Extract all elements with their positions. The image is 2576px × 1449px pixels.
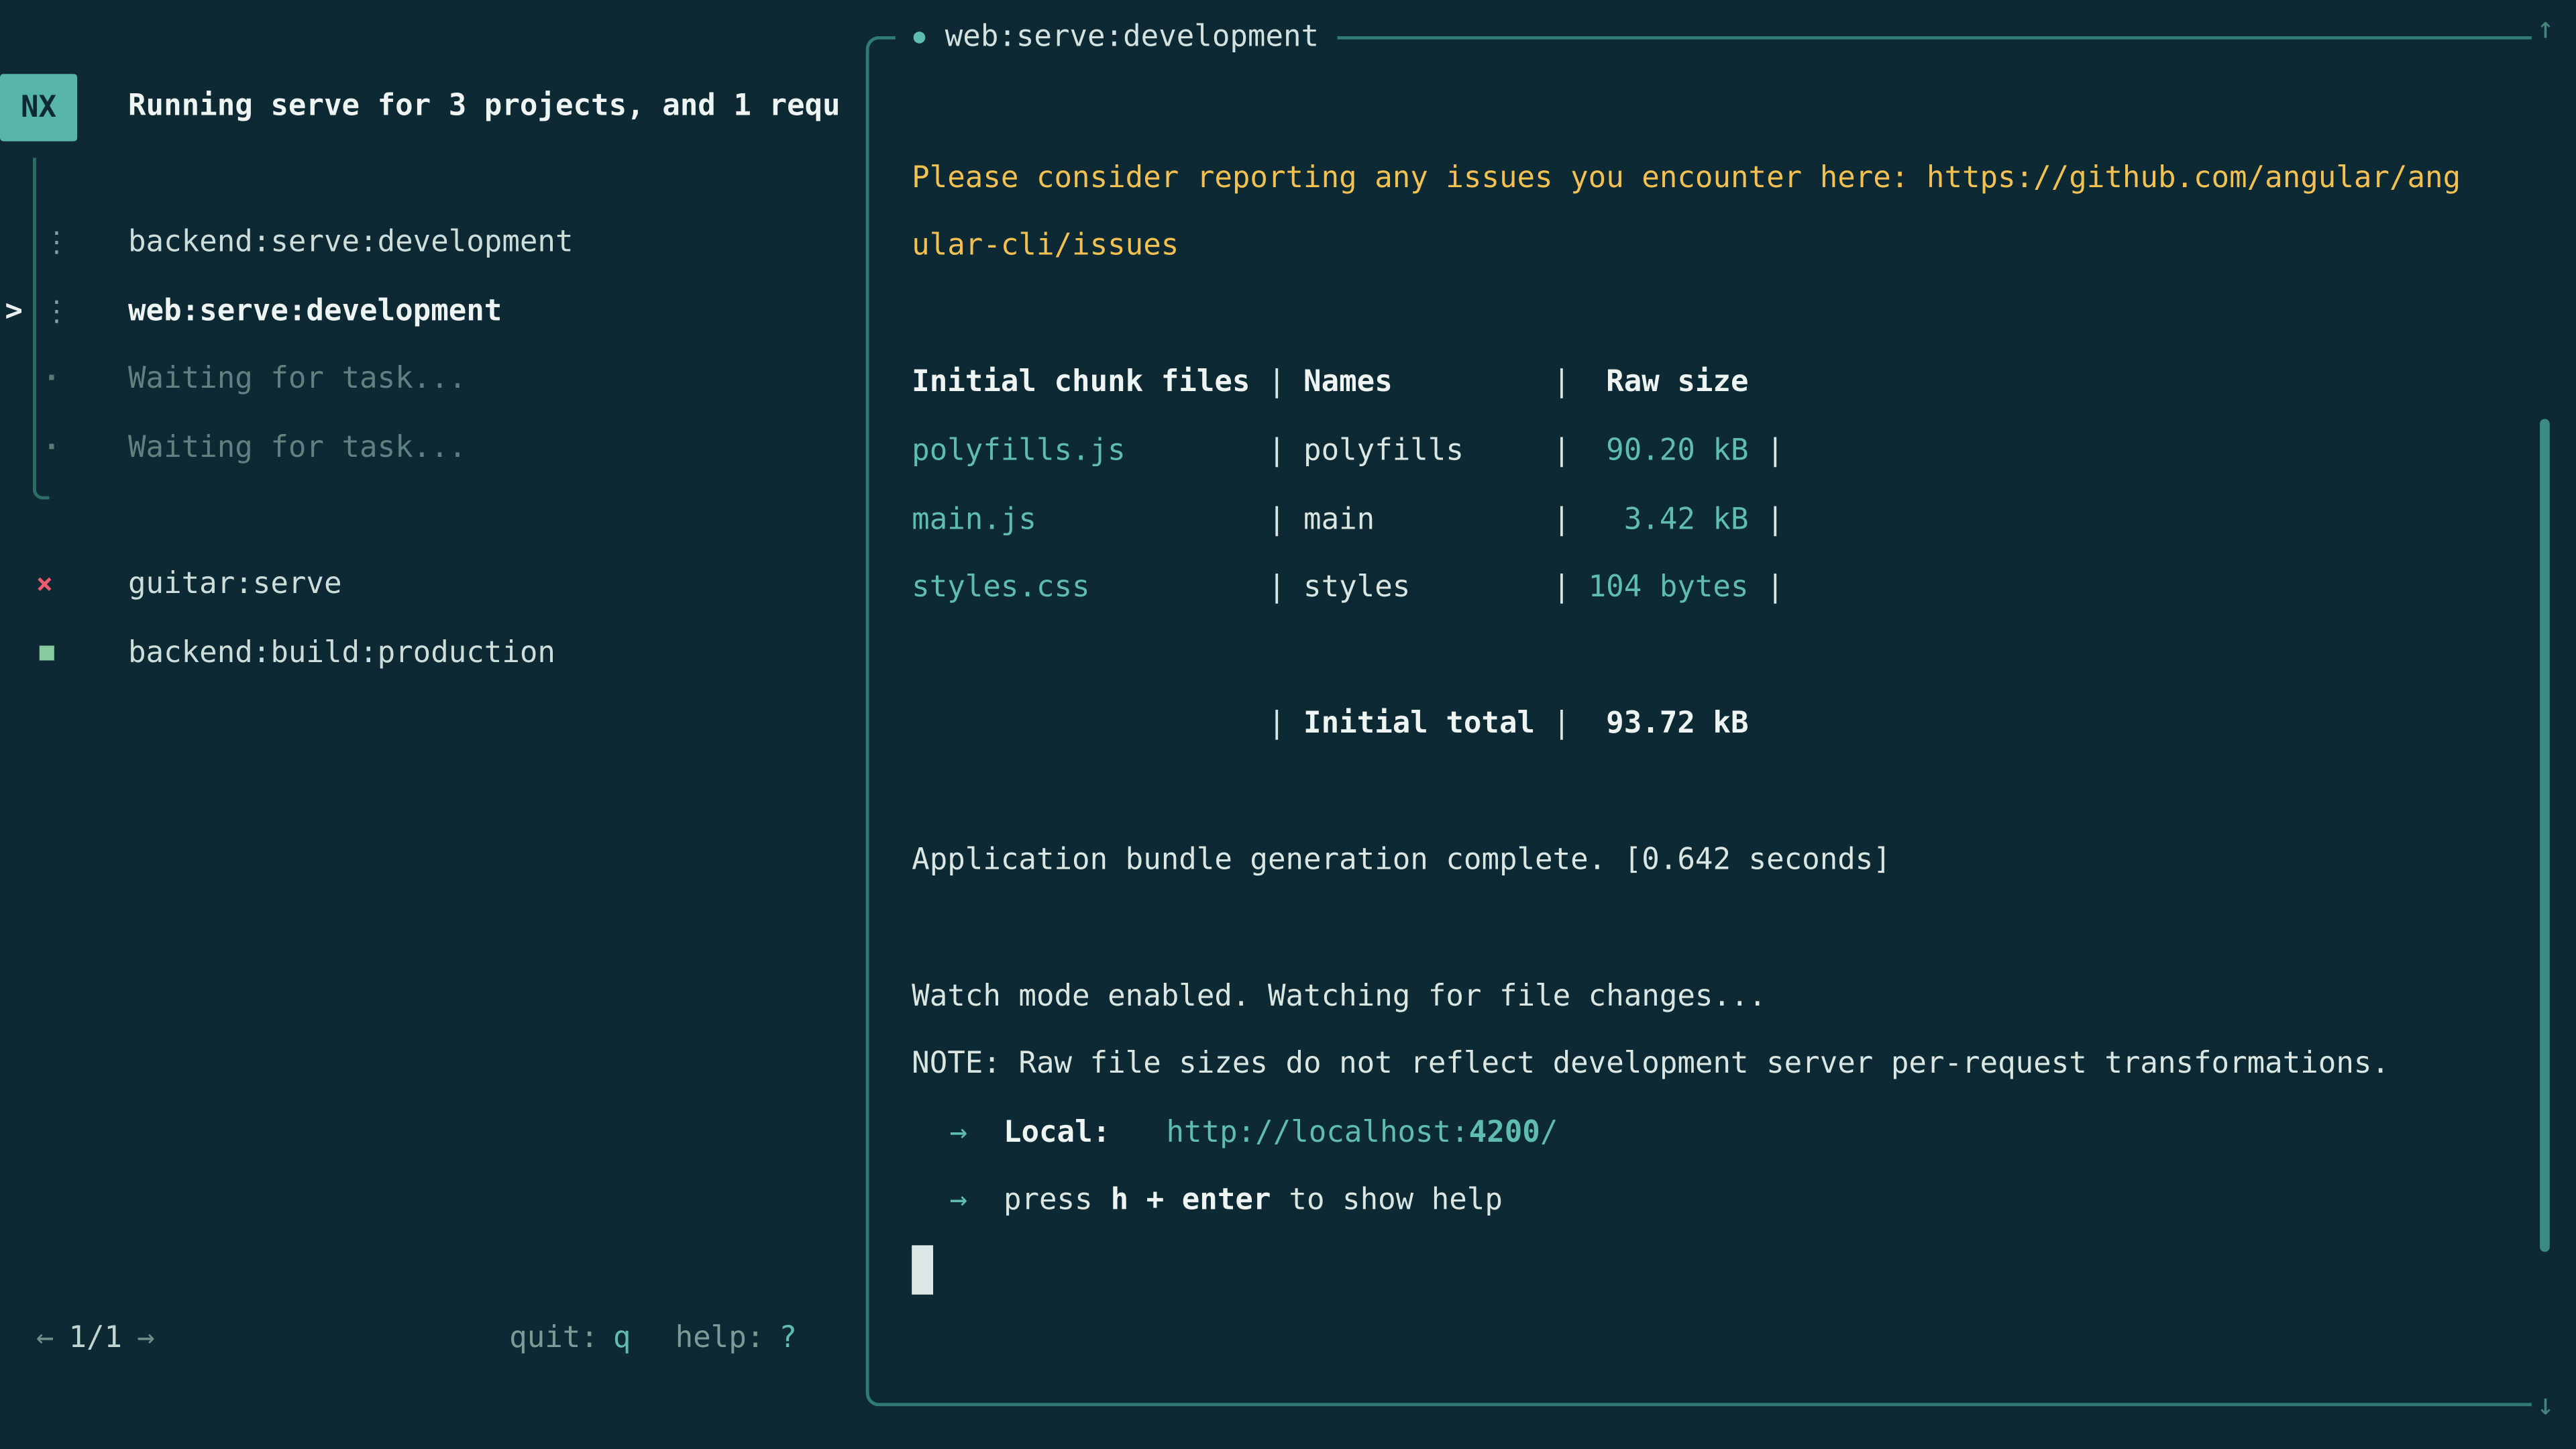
table-separator: | <box>1553 502 1571 537</box>
quit-hint-label: quit: <box>509 1321 598 1355</box>
total-label: Initial total <box>1286 703 1553 746</box>
issue-notice-line-1: Please consider reporting any issues you… <box>912 158 2461 201</box>
arrow-icon: → <box>950 1183 968 1217</box>
task-item-web-serve[interactable]: web:serve:development <box>128 290 502 333</box>
sidebar-header: Running serve for 3 projects, and 1 requ <box>128 85 841 128</box>
waiting-dot-icon: · <box>43 358 61 401</box>
table-separator: | <box>1268 434 1286 468</box>
table-separator: | <box>1268 365 1286 399</box>
page-prev-button[interactable]: ← <box>36 1321 54 1355</box>
url-port: 4200 <box>1469 1116 1540 1150</box>
spinner-icon: ⋮ <box>43 290 71 333</box>
spinner-icon: ⋮ <box>43 222 71 265</box>
header-files: Initial chunk files <box>912 362 1268 405</box>
help-keys: h + enter <box>1111 1183 1271 1217</box>
chunk-table-row: main.js|main|3.42 kB | <box>912 499 1784 542</box>
issue-notice-line-2: ular-cli/issues <box>912 225 1179 268</box>
chunk-name: polyfills <box>1286 431 1553 474</box>
table-separator: | <box>1268 502 1286 537</box>
help-suffix: to show help <box>1289 1183 1502 1217</box>
chunk-table-header: Initial chunk files|Names|Raw size <box>912 362 1748 405</box>
bundle-complete-line: Application bundle generation complete. … <box>912 839 1891 882</box>
total-size: 93.72 kB <box>1570 703 1748 746</box>
task-item-guitar-serve[interactable]: guitar:serve <box>128 564 341 606</box>
selection-caret-icon: > <box>5 290 23 333</box>
task-item-backend-build[interactable]: backend:build:production <box>128 633 555 676</box>
task-item-waiting-2[interactable]: Waiting for task... <box>128 427 466 470</box>
chunk-file: main.js <box>912 499 1268 542</box>
running-status-icon: ● <box>914 25 926 48</box>
watch-mode-line: Watch mode enabled. Watching for file ch… <box>912 976 1766 1019</box>
table-separator: | <box>1553 706 1571 741</box>
scrollbar-thumb[interactable] <box>2540 419 2550 1252</box>
chunk-table-row: polyfills.js|polyfills|90.20 kB | <box>912 431 1784 474</box>
chunk-size: 104 bytes <box>1570 567 1748 610</box>
note-line: NOTE: Raw file sizes do not reflect deve… <box>912 1043 2390 1086</box>
success-icon <box>40 645 54 660</box>
local-url-link[interactable]: http://localhost:4200/ <box>1166 1116 1558 1150</box>
chunk-file: polyfills.js <box>912 431 1268 474</box>
chunk-file: styles.css <box>912 567 1268 610</box>
scroll-up-arrow-icon[interactable]: ↑ <box>2536 8 2555 51</box>
panel-title: ● web:serve:development <box>896 15 1337 59</box>
table-separator: | <box>1749 434 1784 468</box>
task-item-backend-serve[interactable]: backend:serve:development <box>128 222 574 265</box>
page-indicator: 1/1 <box>68 1321 122 1355</box>
chunk-table-total-row: |Initial total|93.72 kB <box>912 703 1748 746</box>
table-separator: | <box>1268 706 1286 741</box>
help-key: ? <box>779 1321 797 1355</box>
header-names: Names <box>1286 362 1553 405</box>
arrow-icon: → <box>950 1116 968 1150</box>
task-item-waiting-1[interactable]: Waiting for task... <box>128 358 466 401</box>
pagination: ← 1/1 → <box>36 1318 155 1360</box>
scroll-down-arrow-icon[interactable]: ↓ <box>2536 1385 2555 1428</box>
nx-tui-terminal: NX Running serve for 3 projects, and 1 r… <box>0 0 2576 1449</box>
waiting-dot-icon: · <box>43 427 61 470</box>
help-hint-line: → press h + enter to show help <box>950 1179 1503 1222</box>
table-separator: | <box>1268 570 1286 604</box>
task-output-panel: ●web:serve:development Please consider r… <box>866 36 2532 1406</box>
chunk-table-row: styles.css|styles|104 bytes | <box>912 567 1784 610</box>
keyboard-hints: quit: q help:? <box>509 1318 797 1360</box>
header-size: Raw size <box>1570 362 1748 405</box>
chunk-name: main <box>1286 499 1553 542</box>
table-separator: | <box>1553 570 1571 604</box>
table-separator: | <box>1553 434 1571 468</box>
nx-logo: NX <box>0 74 77 141</box>
table-separator: | <box>1749 570 1784 604</box>
terminal-cursor <box>912 1245 933 1294</box>
chunk-size: 90.20 kB <box>1570 431 1748 474</box>
panel-title-text: web:serve:development <box>945 19 1319 54</box>
quit-key: q <box>613 1321 631 1355</box>
table-separator: | <box>1749 502 1784 537</box>
chunk-size: 3.42 kB <box>1570 499 1748 542</box>
page-next-button[interactable]: → <box>137 1321 155 1355</box>
press-text: press <box>1004 1183 1093 1217</box>
url-slash: / <box>1540 1116 1558 1150</box>
local-label: Local: <box>1004 1116 1110 1150</box>
local-url-line: → Local: http://localhost:4200/ <box>950 1112 1558 1155</box>
chunk-name: styles <box>1286 567 1553 610</box>
table-separator: | <box>1553 365 1571 399</box>
error-icon: × <box>36 565 53 604</box>
help-hint-label: help: <box>676 1321 765 1355</box>
url-host: http://localhost: <box>1166 1116 1468 1150</box>
